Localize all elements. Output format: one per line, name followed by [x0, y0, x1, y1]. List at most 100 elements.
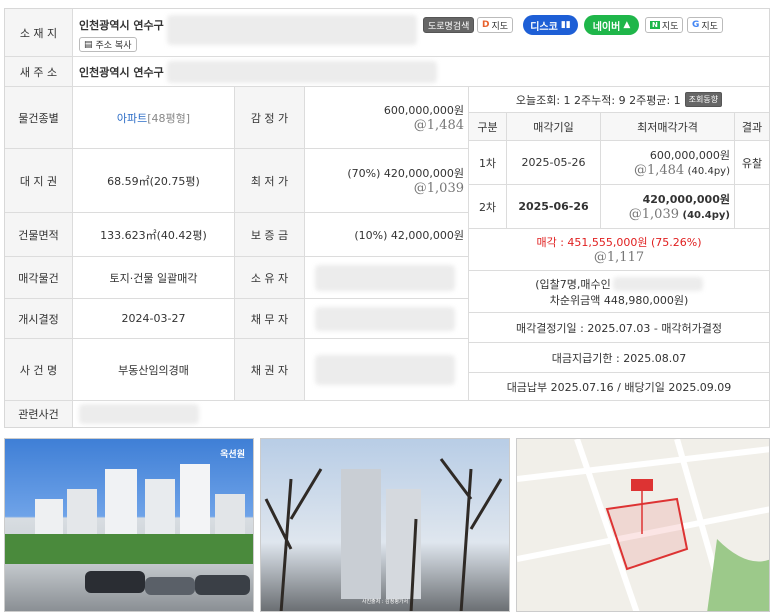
naver-button[interactable]: 네이버 ▲	[584, 15, 639, 35]
min-unit-price: @1,039	[413, 181, 464, 196]
payment-dividend: 대금납부 2025.07.16 / 배당기일 2025.09.09	[469, 373, 769, 401]
history-row-2-py: (40.4py)	[682, 210, 731, 221]
photo-exterior[interactable]: 옥션원	[4, 438, 254, 612]
copy-address-button[interactable]: ▤ 주소 복사	[79, 37, 137, 52]
bidders-cell: (입찰7명,매수인 차순위금액 448,980,000원)	[469, 271, 769, 313]
related-case-label: 관련사건	[5, 401, 73, 427]
history-row-1-unit-line: @1,484 (40.4py)	[634, 163, 730, 178]
apartment-exterior-image	[5, 464, 253, 595]
photo-caption: 사진출처 : 감정평가서	[361, 599, 409, 605]
bar-chart-icon: ▮▮	[560, 20, 571, 30]
history-header-date: 매각기일	[507, 113, 601, 141]
daum-map-label: 지도	[491, 21, 509, 32]
history-row-1-price-cell: 600,000,000원 @1,484 (40.4py)	[601, 141, 735, 185]
history-row-1-result: 유찰	[735, 141, 769, 185]
location-address: 인천광역시 연수구	[79, 19, 164, 32]
naver-map-label: 지도	[661, 21, 679, 32]
new-address-value-cell: 인천광역시 연수구	[73, 57, 769, 87]
sold-result-cell: 매각 : 451,555,000원 (75.26%) @1,117	[469, 229, 769, 271]
history-row-1-price: 600,000,000원	[649, 149, 730, 162]
photo-trees[interactable]: 사진출처 : 감정평가서	[260, 438, 510, 612]
history-row-2-date: 2025-06-26	[507, 185, 601, 229]
debtor-blur	[315, 307, 455, 331]
location-value-cell: 인천광역시 연수구 ▤ 주소 복사 도로명검색 D 지도 디스코 ▮▮ 네이버 …	[73, 9, 769, 57]
new-address-label: 새 주 소	[5, 57, 73, 87]
history-row-1-round: 1차	[469, 141, 507, 185]
appraisal-cell: 600,000,000원 @1,484	[305, 87, 469, 149]
location-label: 소 재 지	[5, 9, 73, 57]
new-address: 인천광역시 연수구	[79, 65, 164, 79]
disco-button[interactable]: 디스코 ▮▮	[523, 15, 578, 35]
google-logo-icon: G	[692, 20, 700, 30]
history-header-price: 최저매각가격	[601, 113, 735, 141]
history-row-2-result	[735, 185, 769, 229]
related-case-blur[interactable]	[79, 404, 199, 424]
history-row-2-round: 2차	[469, 185, 507, 229]
history-row-1-unit: @1,484	[633, 163, 685, 178]
second-bid: 차순위금액 448,980,000원)	[549, 293, 689, 307]
views-text: 오늘조회: 1 2주누적: 9 2주평균: 1	[515, 93, 681, 107]
appraisal-label: 감 정 가	[235, 87, 305, 149]
sold-price: 매각 : 451,555,000원	[536, 236, 648, 249]
naver-label: 네이버	[592, 21, 621, 33]
views-counter: 오늘조회: 1 2주누적: 9 2주평균: 1 조회동향	[469, 87, 769, 113]
location-address-blur	[167, 15, 417, 45]
type-value-cell: 아파트 [48평형]	[73, 87, 235, 149]
daum-map-button[interactable]: D 지도	[477, 17, 514, 33]
history-header-result: 결과	[735, 113, 769, 141]
start-decision-value: 2024-03-27	[73, 299, 235, 339]
new-address-blur	[167, 61, 437, 83]
history-row-2-price: 420,000,000원	[642, 193, 730, 206]
decision-date: 매각결정기일 : 2025.07.03 - 매각허가결정	[469, 313, 769, 343]
disco-label: 디스코	[530, 21, 558, 33]
naver-logo-icon: N	[650, 21, 660, 29]
type-area: [48평형]	[147, 111, 191, 125]
deposit-value: (10%) 42,000,000원	[305, 213, 469, 257]
min-price: (70%) 420,000,000원	[347, 167, 464, 180]
sold-unit-price: @1,117	[593, 250, 645, 265]
daum-logo-icon: D	[482, 20, 490, 30]
case-name-label: 사 건 명	[5, 339, 73, 401]
naver-map-button[interactable]: N 지도	[645, 17, 684, 33]
sold-percent: (75.26%)	[651, 236, 702, 249]
creditor-value-cell	[305, 339, 469, 401]
road-search-button[interactable]: 도로명검색	[423, 17, 475, 33]
history-row-1-date: 2025-05-26	[507, 141, 601, 185]
copy-icon: ▤	[84, 39, 93, 50]
sold-line: 매각 : 451,555,000원 (75.26%)	[536, 234, 701, 250]
min-price-cell: (70%) 420,000,000원 @1,039	[305, 149, 469, 213]
history-row-2-price-cell: 420,000,000원 @1,039 (40.4py)	[601, 185, 735, 229]
land-value: 68.59㎡(20.75평)	[73, 149, 235, 213]
payment-deadline: 대금지급기한 : 2025.08.07	[469, 343, 769, 373]
photo-logo: 옥션원	[220, 450, 245, 460]
view-trend-button[interactable]: 조회동향	[684, 92, 723, 107]
owner-blur	[315, 265, 455, 291]
deposit-label: 보 증 금	[235, 213, 305, 257]
history-row-2-unit: @1,039	[628, 207, 679, 222]
case-name-value: 부동산임의경매	[73, 339, 235, 401]
min-price-label: 최 저 가	[235, 149, 305, 213]
building-label: 건물면적	[5, 213, 73, 257]
auction-info-table: 소 재 지 인천광역시 연수구 ▤ 주소 복사 도로명검색 D 지도 디스코 ▮…	[4, 8, 770, 428]
appraisal-price: 600,000,000원	[383, 104, 464, 117]
sale-item-label: 매각물건	[5, 257, 73, 299]
owner-label: 소 유 자	[235, 257, 305, 299]
history-header-round: 구분	[469, 113, 507, 141]
buyer-blur	[612, 276, 703, 291]
history-row-2-unit-line: @1,039 (40.4py)	[629, 207, 730, 222]
appraisal-unit-price: @1,484	[413, 118, 464, 133]
land-label: 대 지 권	[5, 149, 73, 213]
history-row-1-py: (40.4py)	[687, 166, 730, 177]
copy-address-label: 주소 복사	[95, 41, 132, 51]
building-value: 133.623㎡(40.42평)	[73, 213, 235, 257]
google-map-button[interactable]: G 지도	[687, 17, 723, 33]
start-decision-label: 개시결정	[5, 299, 73, 339]
type-label: 물건종별	[5, 87, 73, 149]
photo-map[interactable]	[516, 438, 770, 612]
type-value-link[interactable]: 아파트	[117, 110, 147, 126]
house-icon: ▲	[623, 20, 631, 30]
debtor-value-cell	[305, 299, 469, 339]
related-case-value-cell	[73, 401, 769, 427]
creditor-blur	[315, 355, 455, 385]
apartment-trees-image	[264, 458, 503, 611]
